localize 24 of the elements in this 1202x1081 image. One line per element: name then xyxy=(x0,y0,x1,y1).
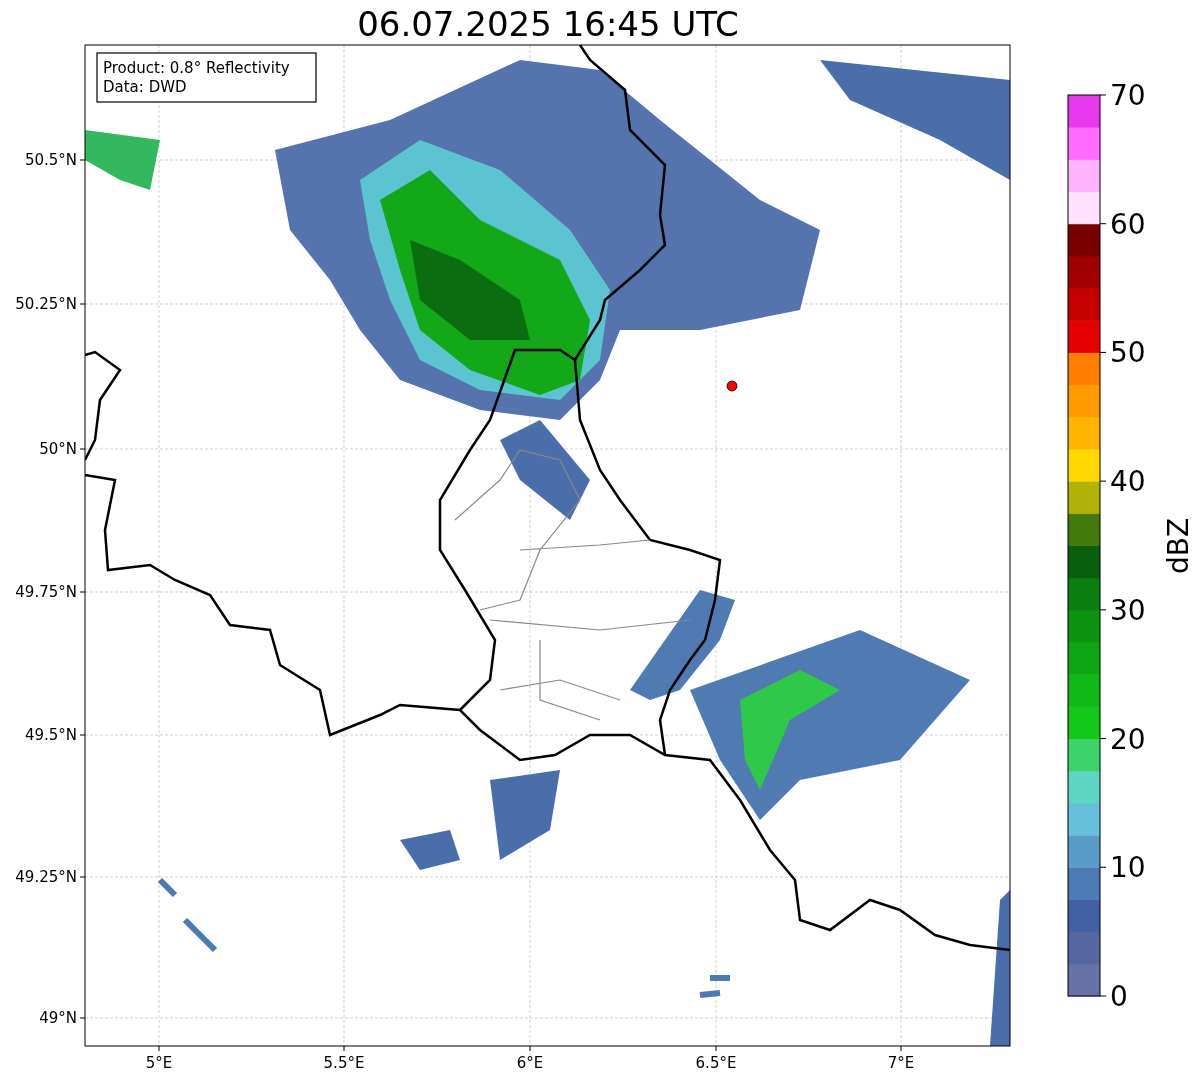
colorbar-tick-label: 30 xyxy=(1110,593,1146,627)
colorbar-tick-label: 70 xyxy=(1110,79,1146,112)
colorbar-tick-label: 0 xyxy=(1110,980,1128,1013)
chart-title: 06.07.2025 16:45 UTC xyxy=(357,4,739,44)
longitude-label: 5.5°E xyxy=(323,1054,365,1072)
latitude-label: 49.5°N xyxy=(24,726,77,744)
latitude-label: 50.5°N xyxy=(24,151,77,169)
colorbar-tick-label: 50 xyxy=(1110,336,1146,370)
colorbar-tick-label: 60 xyxy=(1110,207,1146,241)
longitude-label: 6°E xyxy=(516,1054,544,1072)
latitude-label: 50°N xyxy=(39,440,77,458)
latitude-label: 49.25°N xyxy=(15,868,77,886)
info-text: Data: DWD xyxy=(103,78,187,96)
longitude-label: 5°E xyxy=(145,1054,173,1072)
colorbar-tick-label: 40 xyxy=(1110,465,1146,499)
colorbar-label: dBZ xyxy=(1162,517,1195,575)
latitude-label: 50.25°N xyxy=(15,295,77,313)
latitude-label: 49.75°N xyxy=(15,583,77,601)
colorbar-tick-label: 20 xyxy=(1110,722,1146,756)
latitude-label: 49°N xyxy=(39,1009,77,1027)
longitude-label: 6.5°E xyxy=(695,1054,737,1072)
longitude-label: 7°E xyxy=(887,1054,915,1072)
colorbar-tick-label: 10 xyxy=(1110,851,1146,885)
info-text: Product: 0.8° Reflectivity xyxy=(103,59,290,77)
